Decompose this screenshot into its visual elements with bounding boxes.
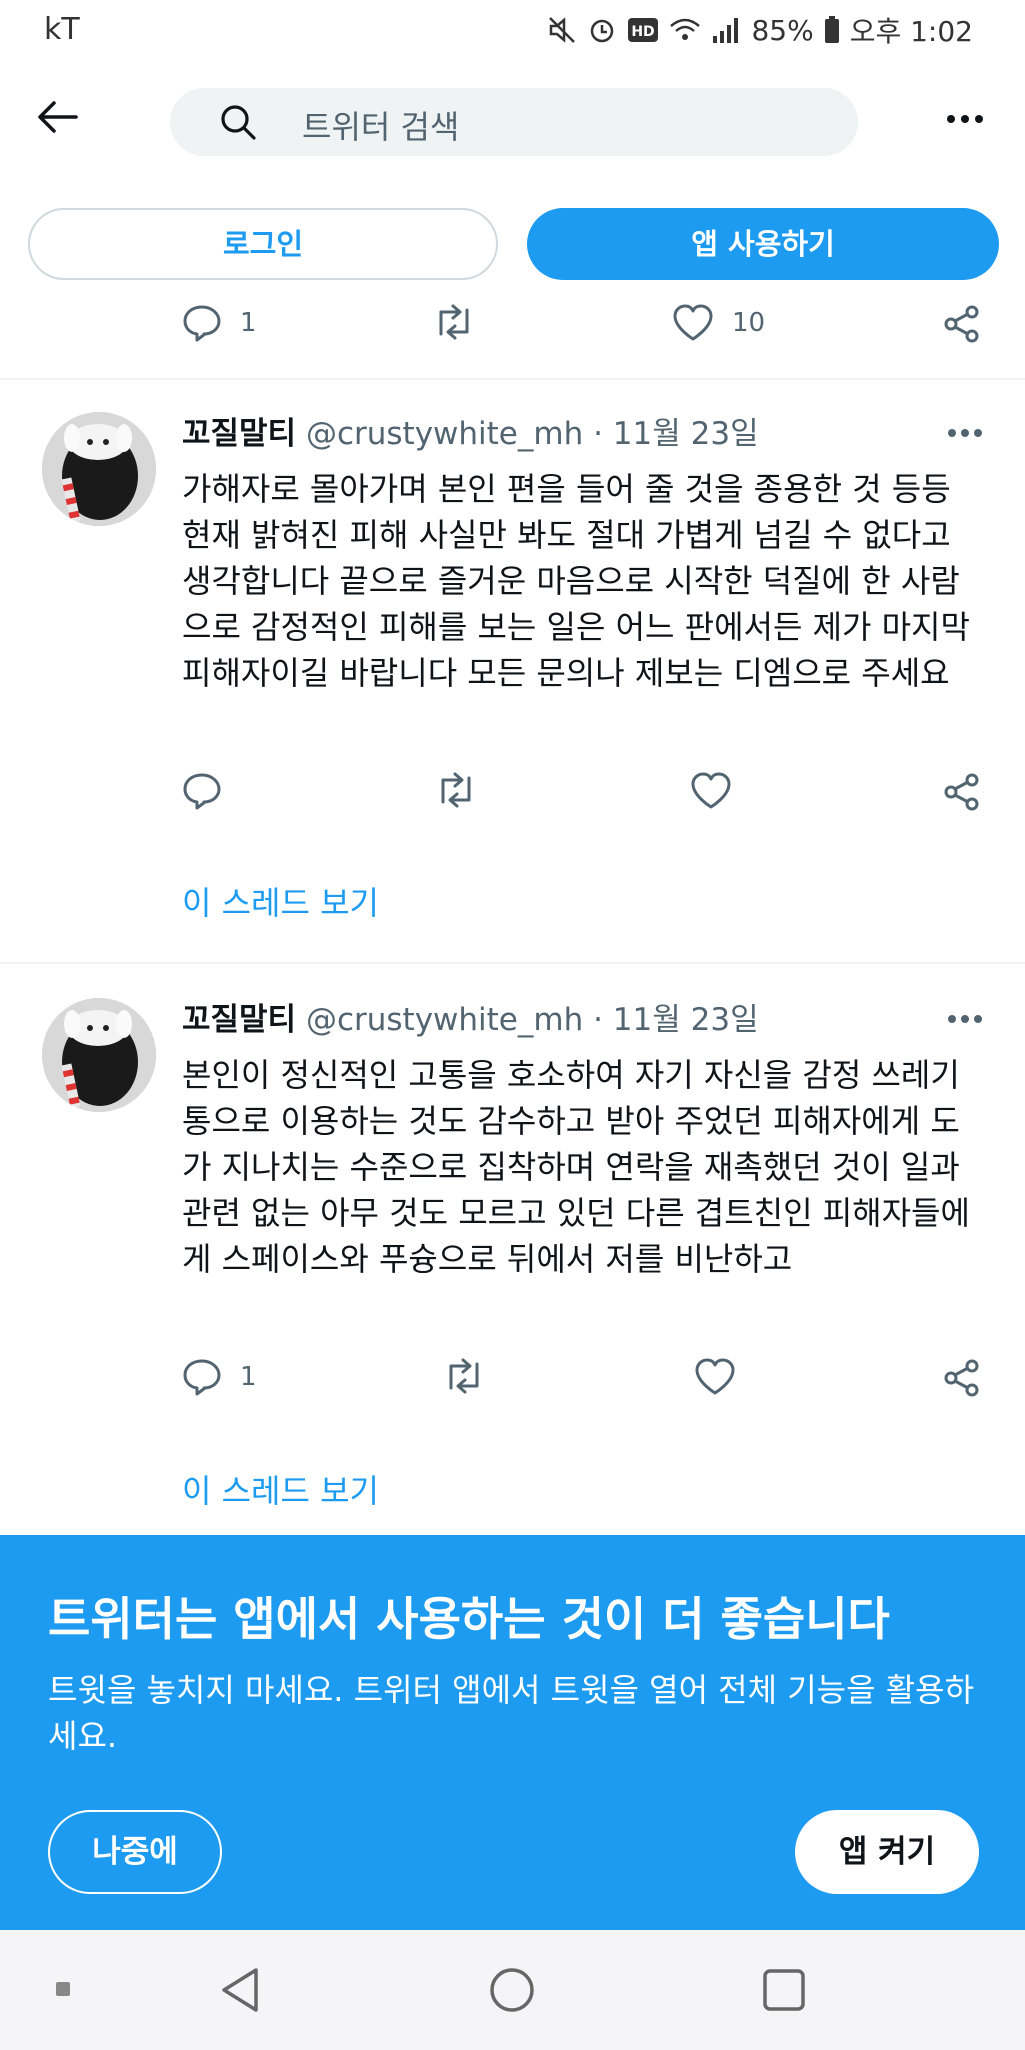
show-thread-link[interactable]: 이 스레드 보기	[182, 878, 379, 924]
like-button[interactable]	[694, 1358, 754, 1396]
battery-icon	[824, 16, 839, 43]
tweet-text: 본인이 정신적인 고통을 호소하여 자기 자신을 감정 쓰레기통으로 이용하는 …	[182, 1056, 970, 1278]
tweet-actions: 1	[180, 1358, 990, 1408]
nav-recent-icon[interactable]	[762, 1968, 806, 2012]
status-icons: HD 85% 오후 1:02	[547, 10, 973, 50]
like-button[interactable]: 10	[672, 304, 765, 342]
banner-subtitle: 트윗을 놓치지 마세요. 트위터 앱에서 트윗을 열어 전체 기능을 활용하세요…	[48, 1671, 975, 1755]
reply-icon	[183, 1359, 221, 1396]
author-name[interactable]: 꼬질말티	[182, 416, 296, 452]
reply-icon	[183, 305, 221, 342]
carrier-label: kT	[44, 12, 80, 47]
wifi-icon	[670, 18, 701, 40]
retweet-button[interactable]	[442, 1358, 486, 1394]
reply-count: 1	[240, 308, 257, 338]
search-icon	[221, 105, 256, 140]
share-button[interactable]	[943, 1358, 981, 1398]
tweet-date[interactable]: · 11월 23일	[593, 1002, 759, 1038]
like-icon	[691, 772, 731, 809]
reply-icon	[183, 773, 221, 810]
tweet-header: 꼬질말티 @crustywhite_mh · 11월 23일	[182, 994, 759, 1039]
open-app-button[interactable]: 앱 켜기	[795, 1810, 979, 1894]
use-app-button[interactable]: 앱 사용하기	[527, 208, 999, 280]
svg-text:HD: HD	[632, 24, 655, 40]
avatar[interactable]	[42, 412, 156, 526]
search-bar[interactable]: 트위터 검색	[170, 88, 858, 156]
back-arrow-icon	[38, 101, 78, 133]
retweet-button[interactable]	[434, 772, 478, 808]
reply-button[interactable]	[182, 772, 240, 810]
tweet-header: 꼬질말티 @crustywhite_mh · 11월 23일	[182, 408, 759, 453]
search-placeholder: 트위터 검색	[302, 108, 460, 146]
retweet-icon	[449, 1358, 479, 1394]
later-button[interactable]: 나중에	[48, 1810, 222, 1894]
share-icon	[944, 305, 979, 343]
nav-back-icon[interactable]	[218, 1966, 262, 2014]
mute-icon	[549, 17, 576, 43]
share-button[interactable]	[943, 772, 981, 812]
retweet-icon	[441, 772, 471, 808]
top-bar: 트위터 검색	[0, 60, 1025, 180]
hd-icon: HD	[628, 18, 659, 42]
author-handle[interactable]: @crustywhite_mh	[306, 1002, 583, 1038]
author-name[interactable]: 꼬질말티	[182, 1002, 296, 1038]
clock: 오후 1:02	[849, 15, 973, 48]
divider	[0, 378, 1025, 380]
retweet-icon	[439, 304, 469, 340]
retweet-button[interactable]	[432, 304, 494, 340]
avatar[interactable]	[42, 998, 156, 1112]
tweet-date[interactable]: · 11월 23일	[593, 416, 759, 452]
back-button[interactable]	[36, 100, 88, 140]
share-icon	[944, 773, 979, 811]
app-promo-banner: 트위터는 앱에서 사용하는 것이 더 좋습니다 트윗을 놓치지 마세요. 트위터…	[0, 1535, 1025, 1930]
show-thread-link[interactable]: 이 스레드 보기	[182, 1466, 379, 1512]
reply-count: 1	[240, 1362, 257, 1392]
signal-icon	[713, 18, 739, 43]
more-button[interactable]	[945, 110, 985, 124]
author-handle[interactable]: @crustywhite_mh	[306, 416, 583, 452]
share-button[interactable]	[943, 304, 981, 344]
like-button[interactable]	[690, 772, 750, 810]
battery-percent: 85%	[751, 13, 814, 47]
tweet[interactable]: 꼬질말티 @crustywhite_mh · 11월 23일 본인이 정신적인 …	[0, 976, 1025, 1534]
alarm-icon	[591, 19, 614, 43]
share-icon	[944, 1359, 979, 1397]
more-icon	[947, 115, 983, 123]
avatar-image	[42, 412, 156, 526]
status-bar: kT HD 85% 오후 1:02	[0, 0, 1025, 60]
tweet-text: 가해자로 몰아가며 본인 편을 들어 줄 것을 종용한 것 등등 현재 밝혀진 …	[182, 470, 970, 692]
more-icon[interactable]	[947, 1014, 983, 1024]
more-icon[interactable]	[947, 428, 983, 438]
prev-tweet-actions: 1 10	[180, 304, 990, 354]
like-icon	[695, 1358, 735, 1395]
login-button[interactable]: 로그인	[28, 208, 498, 280]
banner-title: 트위터는 앱에서 사용하는 것이 더 좋습니다	[48, 1592, 890, 1646]
reply-button[interactable]: 1	[182, 1358, 257, 1396]
nav-home-icon[interactable]	[488, 1966, 536, 2014]
like-count: 10	[732, 308, 766, 338]
system-nav-bar	[0, 1930, 1025, 2050]
like-icon	[673, 304, 713, 341]
tweet[interactable]: 꼬질말티 @crustywhite_mh · 11월 23일 가해자로 몰아가며…	[0, 390, 1025, 962]
divider	[0, 962, 1025, 964]
nav-dot-icon	[56, 1982, 70, 1996]
reply-button[interactable]: 1	[182, 304, 257, 342]
tweet-actions	[180, 772, 990, 822]
avatar-image	[42, 998, 156, 1112]
